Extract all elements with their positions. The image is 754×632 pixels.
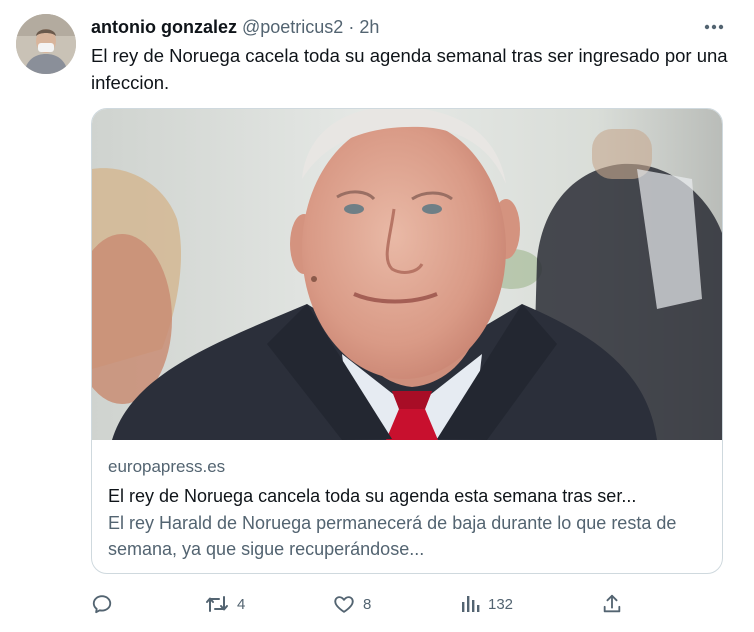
author-handle[interactable]: @poetricus2 (242, 17, 343, 38)
author-display-name[interactable]: antonio gonzalez (91, 17, 237, 38)
views-button[interactable]: 132 (460, 590, 513, 618)
like-button[interactable]: 8 (333, 590, 371, 618)
retweet-icon (206, 596, 228, 612)
card-description: El rey Harald de Noruega permanecerá de … (108, 513, 677, 559)
card-body: europapress.es El rey de Noruega cancela… (108, 455, 708, 562)
card-image[interactable] (92, 109, 723, 440)
share-icon (603, 594, 621, 613)
tweet-timestamp[interactable]: 2h (359, 17, 379, 38)
tweet[interactable]: antonio gonzalez @poetricus2 · 2h El rey… (0, 0, 754, 632)
card-title[interactable]: El rey de Noruega cancela toda su agenda… (108, 483, 708, 509)
retweet-count: 4 (237, 595, 246, 613)
avatar-image (16, 14, 76, 74)
heart-icon (334, 596, 354, 613)
share-button[interactable] (601, 590, 623, 618)
link-card[interactable]: europapress.es El rey de Noruega cancela… (91, 108, 723, 574)
header-separator: · (348, 16, 355, 37)
views-count: 132 (488, 595, 514, 613)
more-dots-icon (704, 24, 724, 30)
like-count: 8 (363, 595, 372, 613)
retweet-button[interactable]: 4 (205, 590, 245, 618)
card-domain: europapress.es (108, 457, 226, 476)
avatar[interactable] (16, 14, 76, 74)
analytics-icon (462, 596, 480, 612)
tweet-header: antonio gonzalez @poetricus2 · 2h (91, 16, 379, 38)
tweet-actions: 4 8 132 (91, 590, 631, 618)
tweet-text: El rey de Noruega cacela toda su agenda … (91, 45, 728, 93)
reply-icon (92, 595, 112, 614)
reply-button[interactable] (91, 590, 113, 618)
more-options-button[interactable] (700, 17, 728, 37)
